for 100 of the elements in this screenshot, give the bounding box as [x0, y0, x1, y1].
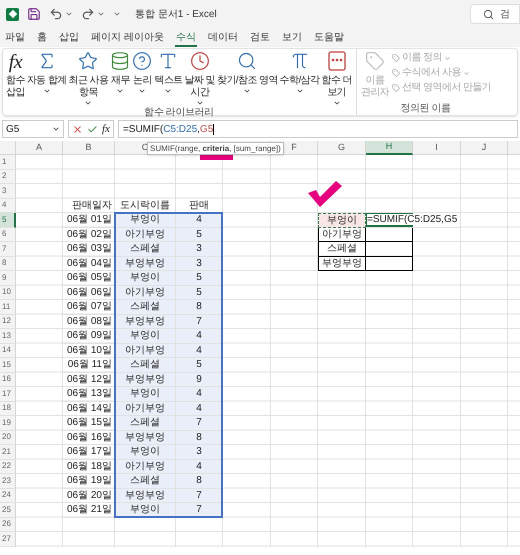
ribbon-button[interactable]: 논리 — [131, 49, 154, 107]
customize-icon[interactable] — [113, 10, 121, 18]
row-header[interactable]: 22 — [0, 460, 16, 474]
row-header[interactable]: 17 — [0, 387, 16, 402]
table-cell[interactable]: 스페셜 — [115, 358, 176, 372]
table-cell[interactable]: 3 — [176, 242, 223, 256]
table-cell[interactable]: 5 — [176, 271, 223, 286]
table-cell[interactable]: 06월 04일 — [63, 256, 115, 271]
save-icon[interactable] — [27, 7, 41, 21]
table-cell[interactable]: 06월 10일 — [63, 344, 115, 358]
table-cell[interactable]: 스페셜 — [115, 300, 176, 314]
row-header[interactable]: 13 — [0, 329, 16, 344]
column-header[interactable]: J — [461, 141, 508, 155]
ribbon-button[interactable]: 날짜 및 시간 — [184, 49, 216, 107]
column-header[interactable]: A — [16, 141, 63, 155]
row-header[interactable]: 10 — [0, 286, 16, 300]
table-cell[interactable]: 스페셜 — [115, 242, 176, 256]
row-header[interactable]: 6 — [0, 228, 16, 242]
table-cell[interactable]: 8 — [176, 474, 223, 488]
table-cell[interactable]: 부엉이 — [115, 271, 176, 286]
table-cell[interactable]: 06월 02일 — [63, 228, 115, 242]
table-cell[interactable]: 부엉이 — [115, 213, 176, 228]
table-cell[interactable]: 06월 06일 — [63, 286, 115, 300]
row-header[interactable]: 1 — [0, 155, 16, 170]
table-cell[interactable]: 4 — [176, 329, 223, 344]
menu-tab[interactable]: 삽입 — [58, 30, 80, 47]
cell-editor[interactable]: =SUMIF(C5:D25,G5 — [366, 213, 461, 228]
table-cell[interactable]: 06월 17일 — [63, 445, 115, 460]
undo-icon[interactable] — [49, 7, 63, 21]
caret-icon[interactable] — [65, 10, 73, 18]
table-cell[interactable]: 06월 19일 — [63, 474, 115, 488]
enter-icon[interactable] — [87, 124, 98, 134]
table-cell[interactable]: 06월 05일 — [63, 271, 115, 286]
table-cell[interactable]: 06월 15일 — [63, 416, 115, 430]
table-cell[interactable]: 부엉부엉 — [318, 256, 366, 271]
row-header[interactable]: 18 — [0, 402, 16, 416]
menu-tab[interactable]: 보기 — [280, 30, 303, 47]
caret-icon[interactable] — [97, 10, 105, 18]
menu-tab[interactable]: 홈 — [36, 30, 48, 47]
ribbon-button[interactable]: 텍스트 — [153, 49, 184, 107]
table-cell[interactable]: 아기부엉 — [115, 286, 176, 300]
ribbon-button[interactable]: 함수 더 보기 — [320, 49, 353, 107]
row-header[interactable]: 9 — [0, 271, 16, 286]
header-cell[interactable]: 도시락이름 — [115, 198, 176, 213]
row-header[interactable]: 7 — [0, 242, 16, 256]
table-cell[interactable]: 부엉부엉 — [115, 488, 176, 503]
table-cell[interactable]: 5 — [176, 358, 223, 372]
row-header[interactable]: 15 — [0, 358, 16, 372]
row-header[interactable]: 21 — [0, 445, 16, 460]
header-cell[interactable]: 판매 — [176, 198, 223, 213]
column-header[interactable]: G — [318, 141, 366, 155]
column-header[interactable]: H — [366, 141, 413, 155]
row-header[interactable]: 11 — [0, 300, 16, 314]
header-cell[interactable]: 판매일자 — [63, 198, 115, 213]
row-header[interactable]: 20 — [0, 430, 16, 445]
row-header[interactable]: 2 — [0, 170, 16, 184]
row-header[interactable]: 4 — [0, 198, 16, 213]
table-cell[interactable]: 부엉부엉 — [115, 372, 176, 387]
table-cell[interactable]: 06월 18일 — [63, 460, 115, 474]
row-header[interactable]: 16 — [0, 372, 16, 387]
row-header[interactable]: 24 — [0, 488, 16, 503]
table-cell[interactable]: 아기부엉 — [115, 460, 176, 474]
table-cell[interactable]: 06월 21일 — [63, 503, 115, 518]
table-cell[interactable]: 부엉부엉 — [115, 314, 176, 329]
table-cell[interactable]: 아기부엉 — [115, 402, 176, 416]
table-cell[interactable]: 부엉이 — [115, 329, 176, 344]
ribbon-button[interactable]: 최근 사용 항목 — [68, 49, 110, 107]
table-cell[interactable]: 3 — [176, 445, 223, 460]
cancel-icon[interactable] — [72, 124, 83, 134]
row-header[interactable]: 3 — [0, 184, 16, 198]
row-header[interactable]: 14 — [0, 344, 16, 358]
table-cell[interactable]: 4 — [176, 387, 223, 402]
redo-icon[interactable] — [81, 7, 95, 21]
row-header[interactable]: 23 — [0, 474, 16, 488]
table-cell[interactable]: 스페셜 — [115, 416, 176, 430]
menu-tab[interactable]: 파일 — [4, 30, 26, 47]
menu-tab[interactable]: 도움말 — [312, 30, 345, 47]
table-cell[interactable]: 06월 12일 — [63, 372, 115, 387]
ribbon-button[interactable]: 수학/삼각 — [278, 49, 321, 107]
table-cell[interactable]: 06월 13일 — [63, 387, 115, 402]
insert-function-button[interactable]: fx — [102, 120, 110, 138]
menu-tab[interactable]: 페이지 레이아웃 — [90, 30, 165, 47]
row-header[interactable]: 25 — [0, 503, 16, 518]
table-cell[interactable]: 스페셜 — [115, 474, 176, 488]
ribbon-button[interactable]: 재무 — [109, 49, 132, 107]
search-field[interactable]: 검 — [470, 4, 520, 24]
table-cell[interactable]: 06월 09일 — [63, 329, 115, 344]
table-cell[interactable]: 06월 16일 — [63, 430, 115, 445]
table-cell[interactable] — [366, 242, 413, 256]
table-cell[interactable]: 부엉이 — [318, 213, 366, 228]
row-header[interactable]: 19 — [0, 416, 16, 430]
table-cell[interactable]: 06월 07일 — [63, 300, 115, 314]
table-cell[interactable]: 06월 14일 — [63, 402, 115, 416]
row-header[interactable]: 27 — [0, 532, 16, 546]
table-cell[interactable]: 부엉이 — [115, 387, 176, 402]
row-header[interactable]: 12 — [0, 314, 16, 329]
table-cell[interactable]: 아기부엉 — [115, 344, 176, 358]
menu-tab[interactable]: 데이터 — [206, 30, 239, 47]
name-box[interactable]: G5 — [2, 120, 64, 138]
column-header[interactable]: B — [63, 141, 115, 155]
